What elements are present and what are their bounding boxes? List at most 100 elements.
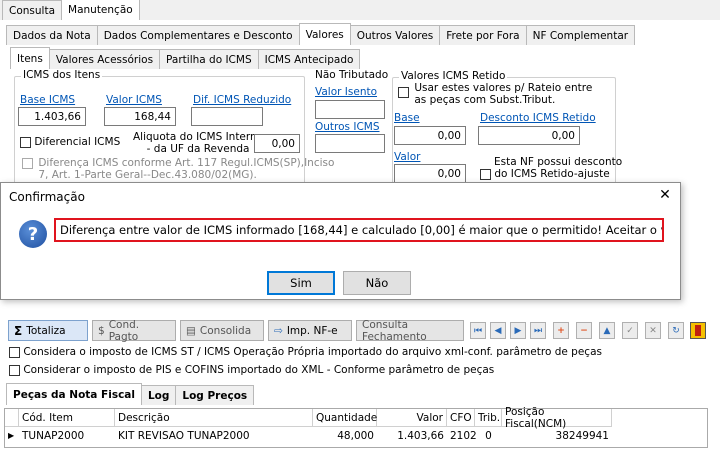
outros-icms-input[interactable] [315,134,385,153]
yes-button[interactable]: Sim [267,271,335,295]
cell-quantidade[interactable]: 48,000 [313,427,377,444]
grid-indicator-header [5,409,19,427]
dialog-message: Diferença entre valor de ICMS informado … [54,218,664,242]
base-icms-label: Base ICMS [20,94,76,106]
consolida-icon: ▤ [186,324,196,337]
tab-log-precos[interactable]: Log Preços [175,385,255,405]
col-trib[interactable]: Trib. [475,409,502,427]
confirm-dialog: Confirmação ✕ ? Diferença entre valor de… [0,182,681,300]
cell-trib[interactable]: 0 [475,427,502,444]
sigma-icon: Σ [14,323,23,338]
cond-pagto-button[interactable]: $ Cond. Pagto [92,318,176,343]
next-record-icon[interactable]: ▶ [510,322,526,339]
cond-pagto-label: Cond. Pagto [108,318,140,343]
aliquota-line1: Aliquota do ICMS Interna [133,131,264,143]
usar-valores-row: Usar estes valores p/ Rateio entre as pe… [398,82,592,106]
retido-valor-input[interactable]: 0,00 [394,164,466,183]
col-quantidade[interactable]: Quantidade [313,409,377,427]
consulta-fechamento-button[interactable]: Consulta Fechamento [356,319,464,343]
tab-valores[interactable]: Valores [298,23,351,45]
option-pis-cofins-row: Considerar o imposto de PIS e COFINS imp… [9,364,494,376]
usar-line2: as peças com Subst.Tribut. [414,94,556,106]
tab-dados-complementares[interactable]: Dados Complementares e Desconto [96,25,300,45]
tab-frete-por-fora[interactable]: Frete por Fora [439,25,527,45]
col-cod-item[interactable]: Cód. Item [19,409,115,427]
tab-nf-complementar[interactable]: NF Complementar [525,25,636,45]
totaliza-button[interactable]: Σ Totaliza [8,320,88,341]
retido-base-label: Base [394,112,420,124]
diferenca-row: Diferença ICMS conforme Art. 117 Regul.I… [22,157,334,181]
imp-nfe-button[interactable]: ⇨ Imp. NF-e [268,320,352,341]
tab-outros-valores[interactable]: Outros Valores [349,25,441,45]
confirm-icon[interactable]: ✓ [622,322,638,339]
retido-base-input[interactable]: 0,00 [394,126,466,145]
cell-cod-item[interactable]: TUNAP2000 [19,427,115,444]
aliquota-input[interactable]: 0,00 [254,134,300,153]
tab-partilha-icms[interactable]: Partilha do ICMS [159,49,259,69]
col-cfo[interactable]: CFO [447,409,475,427]
desconto-retido-input[interactable]: 0,00 [478,126,580,145]
col-valor[interactable]: Valor [377,409,447,427]
diferencial-label: Diferencial ICMS [34,136,121,148]
close-icon[interactable]: ✕ [656,186,674,204]
first-record-icon[interactable]: ⏮ [470,322,486,339]
diferencial-checkbox[interactable] [20,136,31,148]
option-icms-st-label: Considera o imposto de ICMS ST / ICMS Op… [23,346,602,358]
imp-nfe-label: Imp. NF-e [286,324,338,337]
add-icon[interactable]: + [553,322,569,339]
usar-valores-checkbox[interactable] [398,87,409,98]
tab-valores-acessorios[interactable]: Valores Acessórios [48,49,161,69]
dialog-title: Confirmação [9,190,85,204]
option-pis-cofins-label: Considerar o imposto de PIS e COFINS imp… [23,364,495,376]
outros-icms-label: Outros ICMS [315,121,380,133]
esta-nf-row: Esta NF possui desconto do ICMS Retido-a… [480,156,622,180]
tab-pecas-nota[interactable]: Peças da Nota Fiscal [6,383,142,405]
cell-ncm[interactable]: 38249941 [502,427,612,444]
tab-dados-nota[interactable]: Dados da Nota [6,25,98,45]
diferencial-row: Diferencial ICMS [20,136,120,148]
diferenca-checkbox[interactable] [22,158,33,169]
icms-itens-title: ICMS dos Itens [21,69,103,81]
esta-line2: do ICMS Retido-ajuste [494,168,610,180]
sub-tab-row: Dados da Nota Dados Complementares e Des… [6,23,636,45]
up-icon[interactable]: ▲ [599,322,615,339]
import-icon: ⇨ [274,324,283,337]
totaliza-label: Totaliza [26,324,66,337]
cancel-icon[interactable]: ✕ [645,322,661,339]
valor-icms-input[interactable]: 168,44 [104,107,176,126]
tab-icms-antecipado[interactable]: ICMS Antecipado [257,49,361,69]
remove-icon[interactable]: − [576,322,592,339]
tab-manutencao[interactable]: Manutenção [61,0,140,20]
usar-line1: Usar estes valores p/ Rateio entre [414,82,593,94]
option-pis-cofins-checkbox[interactable] [9,364,20,376]
cell-cfo[interactable]: 2102 [447,427,477,444]
last-record-icon[interactable]: ⏭ [530,322,546,339]
esta-nf-checkbox[interactable] [480,168,491,180]
refresh-icon[interactable]: ↻ [668,322,684,339]
row-pointer-icon: ▶ [8,431,15,440]
col-descricao[interactable]: Descrição [115,409,313,427]
cell-valor[interactable]: 1.403,66 [377,427,447,444]
tab-log[interactable]: Log [140,385,177,405]
consolida-button[interactable]: ▤ Consolida [180,320,264,341]
nao-tributado-title: Não Tributado [315,69,389,81]
icms-retido-title: Valores ICMS Retido [399,70,508,82]
option-icms-st-checkbox[interactable] [9,346,20,358]
col-ncm[interactable]: Posição Fiscal(NCM) [502,406,612,430]
question-icon: ? [19,220,47,248]
retido-valor-label: Valor [394,151,421,163]
aliquota-line2: - da UF da Revenda [146,143,250,155]
tab-consulta[interactable]: Consulta [2,0,63,20]
valor-isento-input[interactable] [315,100,385,119]
consolida-label: Consolida [199,324,252,337]
dif-icms-input[interactable] [191,107,263,126]
cell-descricao[interactable]: KIT REVISAO TUNAP2000 [115,427,313,444]
option-icms-st-row: Considera o imposto de ICMS ST / ICMS Op… [9,346,602,358]
base-icms-input[interactable]: 1.403,66 [18,107,86,126]
dif-icms-label: Dif. ICMS Reduzido [193,94,292,106]
tab-itens[interactable]: Itens [10,47,50,69]
diferenca-line2: 7, Art. 1-Parte Geral--Dec.43.080/02(MG)… [38,169,257,181]
exit-door-icon[interactable] [690,322,706,339]
no-button[interactable]: Não [343,271,411,295]
prev-record-icon[interactable]: ◀ [490,322,506,339]
